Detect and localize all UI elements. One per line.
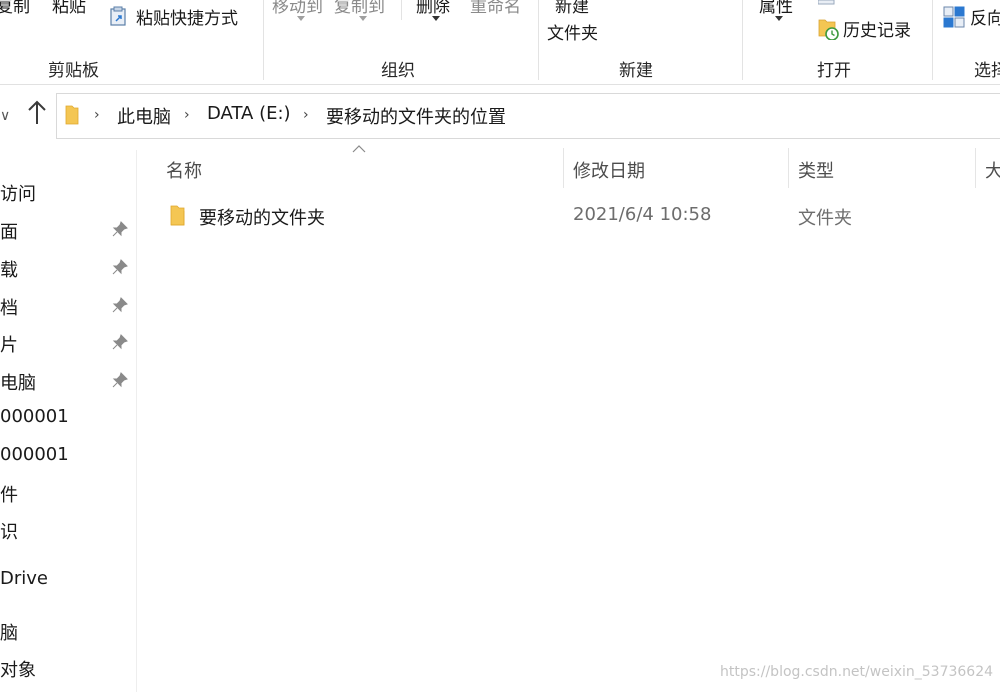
breadcrumb-chevron-icon[interactable]: › [303, 107, 309, 123]
breadcrumb-current-folder[interactable]: 要移动的文件夹的位置 [326, 103, 506, 129]
nav-item[interactable]: 脑 [0, 619, 18, 645]
open-icon [818, 0, 835, 5]
properties-dropdown-icon [775, 16, 783, 21]
nav-item[interactable]: 载 [0, 256, 18, 282]
nav-item[interactable]: Drive [0, 568, 48, 589]
organize-group-label: 组织 [381, 61, 415, 81]
pane-divider[interactable] [136, 150, 137, 692]
rename-button[interactable]: 重命名 [470, 0, 521, 17]
breadcrumb-chevron-icon[interactable]: › [184, 107, 190, 123]
paste-shortcut-icon [110, 6, 126, 26]
ribbon-separator [538, 0, 539, 80]
nav-item[interactable]: 000001 [0, 444, 69, 465]
pin-icon[interactable] [112, 334, 128, 350]
copy-to-button[interactable]: 复制到 [334, 0, 385, 17]
paste-shortcut-label: 粘贴快捷方式 [136, 9, 238, 29]
nav-item[interactable]: 电脑 [0, 369, 36, 395]
file-date-modified: 2021/6/4 10:58 [573, 204, 712, 225]
folder-icon [170, 205, 185, 226]
nav-item[interactable]: 面 [0, 218, 18, 244]
history-label: 历史记录 [843, 21, 911, 41]
column-header-name[interactable]: 名称 [166, 157, 202, 183]
column-separator[interactable] [563, 148, 564, 188]
new-folder-button[interactable]: 新建 文件夹 [547, 0, 617, 46]
folder-icon [65, 105, 79, 125]
history-button[interactable]: 历史记录 [818, 16, 928, 42]
ribbon-separator [932, 0, 933, 80]
column-separator[interactable] [975, 148, 976, 188]
breadcrumb-this-pc[interactable]: 此电脑 [117, 103, 171, 129]
column-header-date-modified[interactable]: 修改日期 [573, 157, 645, 183]
pin-icon[interactable] [112, 372, 128, 388]
nav-item[interactable]: 对象 [0, 656, 36, 682]
move-to-dropdown-icon [297, 16, 305, 21]
pin-icon[interactable] [112, 297, 128, 313]
move-to-button[interactable]: 移动到 [272, 0, 323, 17]
breadcrumb-drive[interactable]: DATA (E:) [207, 103, 291, 124]
table-row[interactable]: 要移动的文件夹 2021/6/4 10:58 文件夹 [160, 196, 1000, 236]
column-header-size[interactable]: 大 [985, 157, 1000, 183]
nav-item[interactable]: 件 [0, 481, 18, 507]
up-arrow-icon[interactable] [26, 98, 48, 128]
new-folder-label-line1: 新建 [555, 0, 589, 17]
nav-item[interactable]: 访问 [0, 180, 36, 206]
open-group-label: 打开 [817, 61, 851, 81]
breadcrumb-chevron-icon[interactable]: › [94, 107, 100, 123]
pin-icon[interactable] [112, 259, 128, 275]
sort-ascending-icon [352, 145, 366, 153]
ribbon-separator [401, 0, 402, 20]
paste-button[interactable]: 粘贴 [52, 0, 86, 17]
paste-shortcut-button[interactable]: 粘贴快捷方式 [110, 4, 260, 30]
select-group-label: 选择 [974, 61, 1000, 81]
properties-button[interactable]: 属性 [759, 0, 793, 17]
nav-item[interactable]: 识 [0, 518, 18, 544]
address-bar[interactable] [56, 93, 1000, 139]
file-type: 文件夹 [798, 208, 852, 229]
nav-item[interactable]: 000001 [0, 406, 69, 427]
delete-dropdown-icon [432, 16, 440, 21]
copy-to-dropdown-icon [359, 16, 367, 21]
ribbon: 复制 粘贴 粘贴快捷方式 剪贴板 移动到 复制到 删除 重命名 组织 新建 文件… [0, 0, 1000, 85]
invert-selection-button[interactable]: 反向 [943, 4, 1000, 30]
recent-locations-chevron-down-icon[interactable]: ∨ [0, 108, 10, 124]
history-icon [818, 19, 839, 40]
ribbon-separator [742, 0, 743, 80]
nav-item[interactable]: 档 [0, 294, 18, 320]
invert-selection-icon [943, 6, 965, 28]
new-folder-label-line2: 文件夹 [547, 24, 598, 44]
invert-selection-label: 反向 [970, 9, 1000, 29]
column-separator[interactable] [788, 148, 789, 188]
ribbon-separator [263, 0, 264, 80]
new-group-label: 新建 [619, 61, 653, 81]
nav-item[interactable]: 片 [0, 331, 18, 357]
watermark: https://blog.csdn.net/weixin_53736624 [720, 664, 994, 680]
pin-icon[interactable] [112, 221, 128, 237]
copy-button[interactable]: 复制 [0, 0, 30, 17]
clipboard-group-label: 剪贴板 [48, 61, 99, 81]
delete-button[interactable]: 删除 [416, 0, 450, 17]
column-header-type[interactable]: 类型 [798, 157, 834, 183]
file-name[interactable]: 要移动的文件夹 [199, 204, 325, 230]
